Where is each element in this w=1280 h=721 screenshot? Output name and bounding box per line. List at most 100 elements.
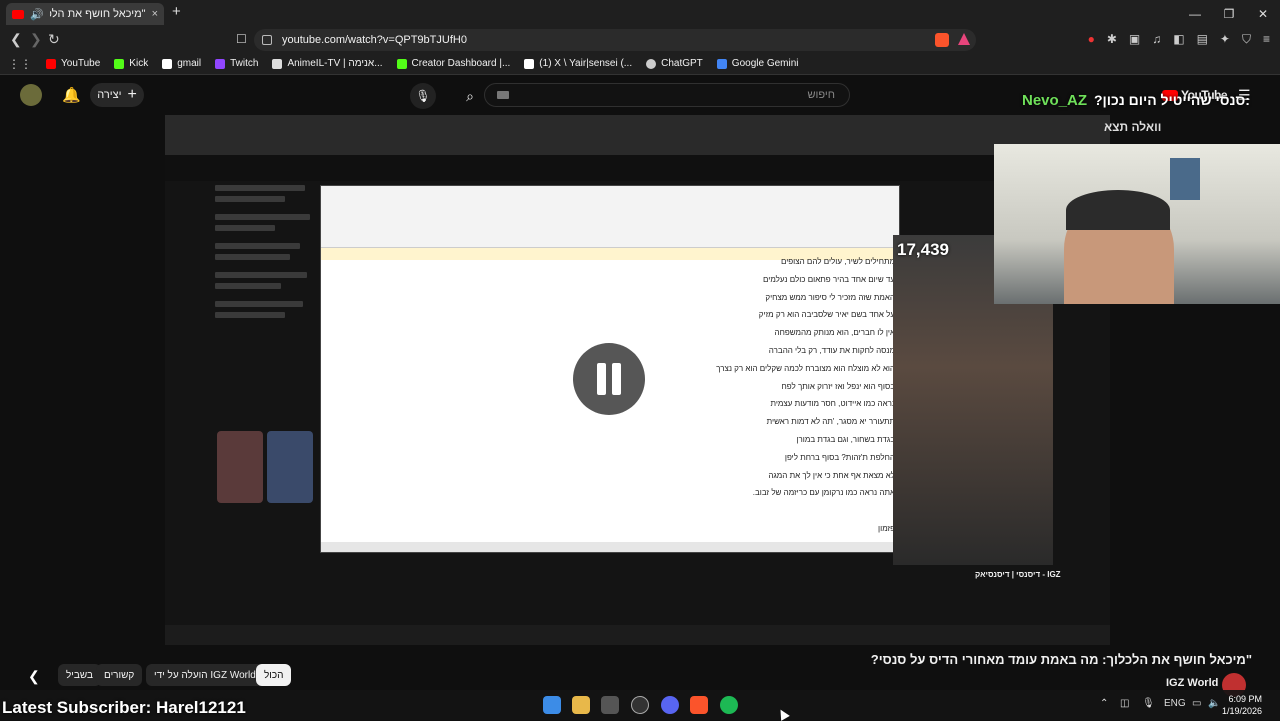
browser-tab-bar: 🔊 "מיכאל חושף את הלכלוך: מה × + — ❐ ✕ <box>0 0 1280 27</box>
language-indicator[interactable]: ENG <box>1164 698 1186 709</box>
bookmark-gmail[interactable]: gmail <box>162 58 201 69</box>
bookmark-gemini[interactable]: Google Gemini <box>716 58 799 69</box>
close-window-button[interactable]: ✕ <box>1246 0 1280 27</box>
site-info-icon[interactable] <box>262 35 272 45</box>
inner-shorts-thumbnails <box>217 431 313 503</box>
file-explorer-icon[interactable] <box>572 696 590 714</box>
chip-all[interactable]: הכול <box>256 664 292 686</box>
tab-close-button[interactable]: × <box>152 8 158 20</box>
chat-message-2: וואלה תצא <box>1104 120 1162 134</box>
bookmark-icon[interactable]: ☐ <box>236 32 247 46</box>
extensions-puzzle-icon[interactable]: ✱ <box>1107 32 1117 47</box>
animeil-icon <box>272 58 283 69</box>
apps-grid-icon[interactable]: ⋮⋮ <box>8 57 32 71</box>
extension-red-icon[interactable]: ● <box>1088 32 1095 47</box>
reload-icon[interactable]: ↻ <box>48 31 60 48</box>
bookmark-youtube[interactable]: YouTube <box>46 58 100 69</box>
bookmarks-bar: ⋮⋮ YouTube Kick gmail Twitch AnimeIL-TV … <box>0 53 1280 75</box>
minimize-button[interactable]: — <box>1178 0 1212 27</box>
inner-channel-title: דיסנסי | דיסנסיאק - IGZ <box>975 570 1061 579</box>
system-clock[interactable]: 6:09 PM 1/19/2026 <box>1222 693 1262 717</box>
tab-title: "מיכאל חושף את הלכלוך: מה <box>50 8 146 20</box>
bookmark-creator-dashboard[interactable]: Creator Dashboard |... <box>396 58 510 69</box>
leo-ai-icon[interactable]: ✦ <box>1220 32 1230 47</box>
search-icon[interactable]: ⌕ <box>456 82 484 110</box>
voice-search-mic-icon[interactable]: 🎙 <box>410 83 436 109</box>
screenshot-icon[interactable]: ▣ <box>1129 32 1140 47</box>
channel-name[interactable]: IGZ World <box>1166 677 1218 689</box>
brave-rewards-icon[interactable] <box>958 33 970 45</box>
store-icon[interactable] <box>601 696 619 714</box>
chat-message: :סנסי שהייטיל היום נכון? <box>1094 92 1250 108</box>
tray-mic-icon[interactable]: 🎙 <box>1142 698 1155 709</box>
x-icon <box>524 58 535 69</box>
viewer-count: 17,439 <box>897 240 949 259</box>
back-icon[interactable]: ❮ <box>10 31 22 48</box>
inner-youtube-header <box>165 155 1110 181</box>
windows-start-icon[interactable] <box>543 696 561 714</box>
url-text: youtube.com/watch?v=QPT9bTJUfH0 <box>282 34 467 46</box>
word-status-bar <box>321 542 899 552</box>
bookmark-chatgpt[interactable]: ChatGPT <box>646 58 703 69</box>
chip-related-partial[interactable]: בשביל <box>58 664 101 686</box>
inner-recommendations <box>215 185 325 645</box>
streamer-hair <box>1066 190 1170 230</box>
obs-icon[interactable] <box>631 696 649 714</box>
notifications-bell-icon[interactable]: 🔔 <box>62 86 81 104</box>
webcam-streamer-1 <box>994 144 1280 304</box>
bookmark-animeil[interactable]: AnimeIL-TV | אנימה... <box>272 58 383 69</box>
network-icon[interactable]: ▭ <box>1192 698 1201 709</box>
inner-taskbar <box>165 625 1110 645</box>
bookmark-twitch[interactable]: Twitch <box>215 58 258 69</box>
twitch-icon <box>215 58 226 69</box>
tab-active[interactable]: 🔊 "מיכאל חושף את הלכלוך: מה × <box>6 3 164 25</box>
bookmark-x[interactable]: (1) X \ Yair|sensei (... <box>524 58 632 69</box>
volume-icon[interactable]: 🔈 <box>1208 698 1220 709</box>
discord-icon[interactable] <box>661 696 679 714</box>
window-controls: — ❐ ✕ <box>1178 0 1280 27</box>
music-icon[interactable]: ♫ <box>1152 32 1161 47</box>
create-button[interactable]: יצירה + <box>90 83 144 107</box>
extension-icons: ● ✱ ▣ ♫ ◧ ▤ ✦ ⛉ ≡ <box>1088 32 1270 47</box>
kick-icon <box>114 58 125 69</box>
plus-icon: + <box>127 86 137 103</box>
new-tab-button[interactable]: + <box>172 3 181 20</box>
tray-app-icon[interactable]: ◫ <box>1120 698 1129 709</box>
brave-browser-icon[interactable] <box>690 696 708 714</box>
chip-related[interactable]: קשורים <box>96 664 143 686</box>
youtube-icon <box>46 58 56 69</box>
spotify-icon[interactable] <box>720 696 738 714</box>
gmail-icon <box>162 58 173 69</box>
chips-scroll-left-icon[interactable]: ❮ <box>28 668 40 685</box>
tray-chevron-icon[interactable]: ⌃ <box>1100 698 1108 709</box>
youtube-favicon-icon <box>12 9 24 19</box>
chip-uploaded-by[interactable]: הועלה על ידי IGZ World <box>146 664 264 686</box>
forward-icon[interactable]: ❯ <box>30 31 42 48</box>
inner-browser-chrome <box>165 115 1110 155</box>
search-input[interactable]: חיפוש <box>484 83 850 107</box>
sidebar-icon[interactable]: ◧ <box>1173 32 1184 47</box>
url-bar[interactable]: youtube.com/watch?v=QPT9bTJUfH0 <box>254 29 976 51</box>
document-lyrics: מתחילים לשיר, עולים להם הצופים עד שיום א… <box>716 257 895 534</box>
menu-icon[interactable]: ≡ <box>1263 32 1270 47</box>
gemini-icon <box>716 58 727 69</box>
address-bar-row: ❮ ❯ ↻ ☐ youtube.com/watch?v=QPT9bTJUfH0 … <box>0 27 1280 53</box>
pause-icon[interactable] <box>573 343 645 415</box>
wall-poster <box>1170 158 1200 200</box>
kick-icon <box>396 58 407 69</box>
avatar[interactable] <box>20 84 42 106</box>
speaker-icon[interactable]: 🔊 <box>30 8 44 21</box>
create-label: יצירה <box>97 89 122 101</box>
chat-username: Nevo_AZ <box>1022 92 1088 109</box>
maximize-button[interactable]: ❐ <box>1212 0 1246 27</box>
word-ribbon <box>321 186 899 248</box>
brave-shields-icon[interactable] <box>935 33 949 47</box>
vpn-shield-icon[interactable]: ⛉ <box>1242 32 1251 47</box>
search-placeholder: חיפוש <box>807 89 835 101</box>
chatgpt-icon <box>646 58 657 69</box>
wallet-icon[interactable]: ▤ <box>1197 32 1208 47</box>
latest-subscriber: Latest Subscriber: Harel12121 <box>2 698 246 717</box>
bookmark-kick[interactable]: Kick <box>114 58 148 69</box>
keyboard-icon[interactable] <box>497 91 509 99</box>
video-title: "מיכאל חושף את הלכלוך: מה באמת עומד מאחו… <box>870 652 1252 667</box>
